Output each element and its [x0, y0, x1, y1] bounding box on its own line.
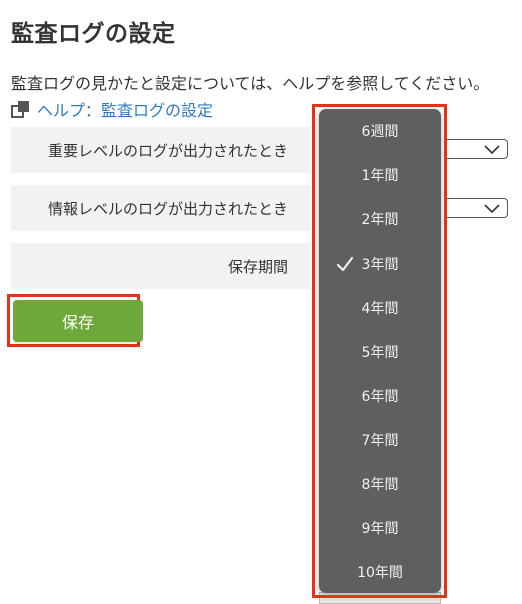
page-title: 監査ログの設定	[11, 21, 176, 47]
intro-text: 監査ログの見かたと設定については、ヘルプを参照してください。	[11, 74, 490, 93]
setting-row-critical: 重要レベルのログが出力されたとき	[11, 127, 310, 173]
dropdown-highlight	[312, 104, 447, 598]
save-button[interactable]: 保存	[13, 300, 143, 342]
critical-log-select[interactable]	[446, 139, 508, 159]
setting-label-critical: 重要レベルのログが出力されたとき	[47, 141, 288, 160]
external-window-icon	[11, 101, 29, 118]
setting-label-info: 情報レベルのログが出力されたとき	[47, 199, 288, 218]
help-link[interactable]: ヘルプ：監査ログの設定	[11, 97, 213, 121]
chevron-down-icon	[484, 204, 500, 214]
chevron-down-icon	[484, 145, 500, 155]
setting-row-retention: 保存期間	[11, 243, 310, 289]
setting-row-info: 情報レベルのログが出力されたとき	[11, 185, 310, 231]
setting-label-retention: 保存期間	[227, 257, 288, 276]
help-link-label: ヘルプ：監査ログの設定	[37, 101, 214, 120]
info-log-select[interactable]	[446, 198, 508, 218]
